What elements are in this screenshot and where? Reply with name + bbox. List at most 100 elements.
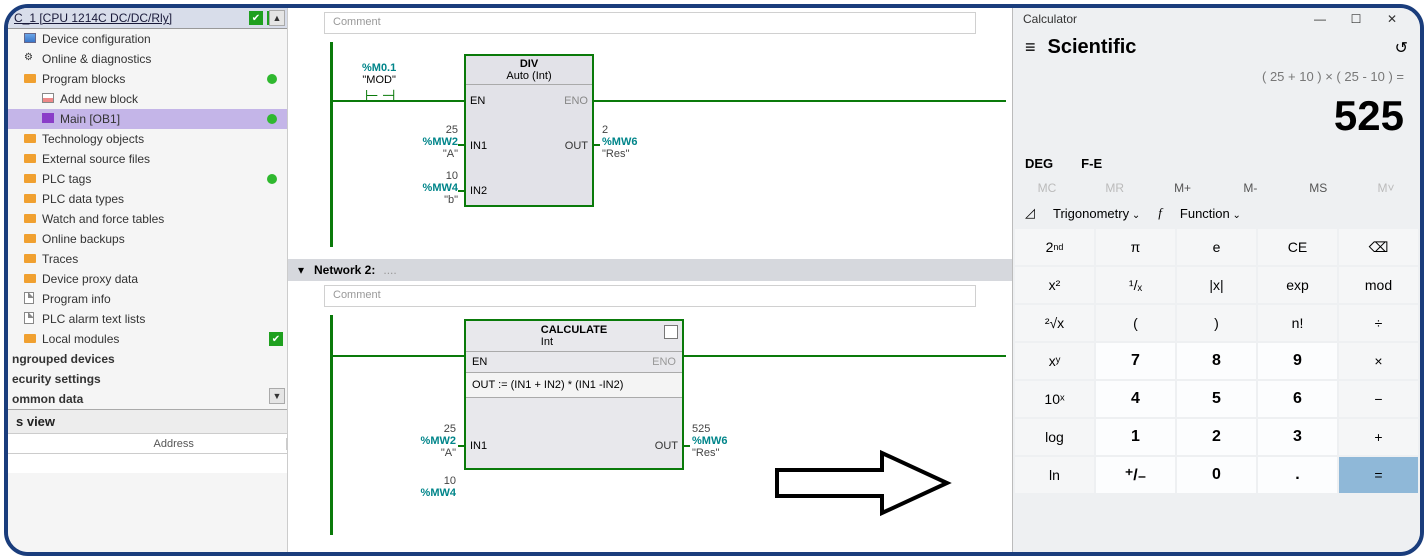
calc-key-button[interactable]: ( (1096, 305, 1175, 341)
calc-key-button[interactable]: n! (1258, 305, 1337, 341)
calc-key-button[interactable]: 1 (1096, 419, 1175, 455)
calc-key-button[interactable]: 10ˣ (1015, 381, 1094, 417)
function-dropdown[interactable]: Function (1180, 206, 1241, 221)
calc-key-button[interactable]: 7 (1096, 343, 1175, 379)
div-block[interactable]: DIV Auto (Int) EN ENO IN1 OUT IN2 (464, 54, 594, 207)
tree-item[interactable]: Traces (8, 249, 287, 269)
comment-box-2[interactable]: Comment (324, 285, 976, 307)
calc-key-button[interactable]: e (1177, 229, 1256, 265)
tree-item[interactable]: Main [OB1] (8, 109, 287, 129)
calc-key-button[interactable]: 2 (1177, 419, 1256, 455)
div-block-title: DIV Auto (Int) (466, 56, 592, 85)
calc-titlebar: Calculator — ☐ ✕ (1013, 8, 1420, 30)
calc-key-button[interactable]: π (1096, 229, 1175, 265)
calc-key-button[interactable]: ¹/ₓ (1096, 267, 1175, 303)
calc-key-button[interactable]: CE (1258, 229, 1337, 265)
tree-item[interactable]: PLC data types (8, 189, 287, 209)
mem-m--button[interactable]: M- (1216, 181, 1284, 195)
mem-m˅-button[interactable]: M˅ (1352, 181, 1420, 195)
mem-mc-button[interactable]: MC (1013, 181, 1081, 195)
trig-dropdown[interactable]: Trigonometry (1053, 206, 1140, 221)
calc-key-button[interactable]: x² (1015, 267, 1094, 303)
calc-key-button[interactable]: − (1339, 381, 1418, 417)
in2-tag[interactable]: 10 %MW4 "b" (414, 170, 458, 206)
tree-group[interactable]: ommon data (8, 389, 287, 409)
maximize-icon[interactable]: ☐ (1338, 12, 1374, 26)
deg-button[interactable]: DEG (1025, 156, 1053, 171)
ladder-panel: Comment %M0.1 "MOD" ⊢ ⊣ DIV Auto (Int) E… (288, 8, 1012, 552)
calc-key-button[interactable]: ⌫ (1339, 229, 1418, 265)
tag-name: "Res" (692, 447, 727, 459)
hamburger-icon[interactable]: ≡ (1025, 37, 1036, 58)
calc-key-button[interactable]: ⁺/₋ (1096, 457, 1175, 493)
contact-symbol: ⊢ ⊣ (362, 86, 396, 106)
calc-key-button[interactable]: ln (1015, 457, 1094, 493)
calc-key-button[interactable]: 5 (1177, 381, 1256, 417)
network-2-header[interactable]: ▾ Network 2: .... (288, 259, 1012, 281)
tree-item[interactable]: Watch and force tables (8, 209, 287, 229)
calc-key-button[interactable]: 9 (1258, 343, 1337, 379)
tree-item[interactable]: External source files (8, 149, 287, 169)
tree-item[interactable]: Program blocks (8, 69, 287, 89)
tree-item[interactable]: Program info (8, 289, 287, 309)
contact-mod[interactable]: %M0.1 "MOD" ⊢ ⊣ (362, 62, 396, 106)
comment-box[interactable]: Comment (324, 12, 976, 34)
calc-key-button[interactable]: × (1339, 343, 1418, 379)
collapse-icon[interactable]: ▾ (296, 265, 306, 275)
tree-item[interactable]: Device configuration (8, 29, 287, 49)
calc-key-button[interactable]: = (1339, 457, 1418, 493)
calc-expression[interactable]: OUT := (IN1 + IN2) * (IN1 -IN2) (466, 373, 682, 398)
tree-cpu-header[interactable]: C_1 [CPU 1214C DC/DC/Rly] ✔ ✔ (8, 8, 287, 29)
calc-key-button[interactable]: 2nd (1015, 229, 1094, 265)
calc-in1-tag[interactable]: 25 %MW2 "A" (396, 423, 456, 459)
calc-key-button[interactable]: . (1258, 457, 1337, 493)
diag-icon: ⚙ (24, 52, 38, 66)
calc-key-button[interactable]: + (1339, 419, 1418, 455)
tree-item[interactable]: Local modules✔ (8, 329, 287, 349)
calculate-block[interactable]: CALCULATE Int EN ENO OUT := (IN1 + IN2) … (464, 319, 684, 470)
tree-item[interactable]: Device proxy data (8, 269, 287, 289)
calculator-icon[interactable] (664, 325, 678, 339)
calc-eno: ENO (652, 356, 676, 368)
calc-key-button[interactable]: 0 (1177, 457, 1256, 493)
tree-item[interactable]: ⚙Online & diagnostics (8, 49, 287, 69)
calc-key-button[interactable]: log (1015, 419, 1094, 455)
out-tag[interactable]: 2 %MW6 "Res" (602, 124, 637, 160)
calc-key-button[interactable]: |x| (1177, 267, 1256, 303)
tree-group[interactable]: ngrouped devices (8, 349, 287, 369)
minimize-icon[interactable]: — (1302, 12, 1338, 26)
stub (594, 144, 600, 146)
arrow-icon (772, 448, 952, 518)
scroll-up-icon[interactable]: ▲ (269, 10, 285, 26)
history-icon[interactable]: ↺ (1395, 38, 1408, 58)
tree-group[interactable]: ecurity settings (8, 369, 287, 389)
calc-key-button[interactable]: ²√x (1015, 305, 1094, 341)
calc-in2-tag[interactable]: 10 %MW4 (396, 475, 456, 499)
calc-key-button[interactable]: 6 (1258, 381, 1337, 417)
status-dot-icon (267, 114, 277, 124)
calc-history[interactable]: ( 25 + 10 ) × ( 25 - 10 ) = (1013, 65, 1420, 88)
in1-tag[interactable]: 25 %MW2 "A" (414, 124, 458, 160)
scroll-down-icon[interactable]: ▼ (269, 388, 285, 404)
mem-ms-button[interactable]: MS (1284, 181, 1352, 195)
calc-key-button[interactable]: ) (1177, 305, 1256, 341)
tree-item[interactable]: Technology objects (8, 129, 287, 149)
views-header[interactable]: s view (8, 409, 287, 433)
calc-key-button[interactable]: xʸ (1015, 343, 1094, 379)
calc-key-button[interactable]: 4 (1096, 381, 1175, 417)
calc-out-tag[interactable]: 525 %MW6 "Res" (692, 423, 727, 459)
tree-item[interactable]: Add new block (8, 89, 287, 109)
mem-mr-button[interactable]: MR (1081, 181, 1149, 195)
tree-item[interactable]: PLC tags (8, 169, 287, 189)
tree-group-label: ecurity settings (12, 372, 283, 386)
tree-item[interactable]: PLC alarm text lists (8, 309, 287, 329)
tree-item[interactable]: Online backups (8, 229, 287, 249)
calc-key-button[interactable]: mod (1339, 267, 1418, 303)
mem-m+-button[interactable]: M+ (1149, 181, 1217, 195)
calc-key-button[interactable]: ÷ (1339, 305, 1418, 341)
fe-button[interactable]: F-E (1081, 156, 1102, 171)
calc-key-button[interactable]: 8 (1177, 343, 1256, 379)
calc-key-button[interactable]: 3 (1258, 419, 1337, 455)
calc-key-button[interactable]: exp (1258, 267, 1337, 303)
close-icon[interactable]: ✕ (1374, 12, 1410, 26)
